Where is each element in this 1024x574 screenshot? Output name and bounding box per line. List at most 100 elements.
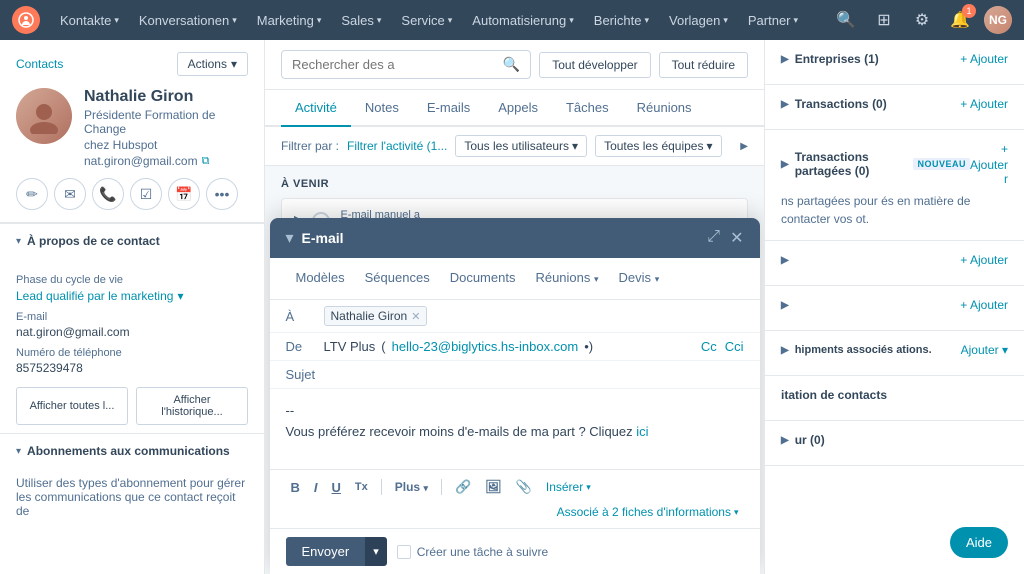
compose-tab-reunions[interactable]: Réunions ▾ [525,266,608,291]
bold-btn[interactable]: B [286,477,305,498]
user-avatar[interactable]: NG [984,6,1012,34]
section-4-title[interactable]: ▶ [781,255,795,266]
nav-konversationen[interactable]: Konversationen ▾ [131,9,245,32]
subscriptions-section-toggle[interactable]: ▾ Abonnements aux communications [0,433,264,468]
chevron-down-icon: ▾ [177,289,183,303]
compose-collapse-icon[interactable]: ▾ [286,228,294,248]
compose-tab-modeles[interactable]: Modèles [286,266,355,291]
collapse-all-btn[interactable]: Tout réduire [659,52,748,78]
lifecycle-value[interactable]: Lead qualifié par le marketing ▾ [16,289,183,303]
more-contact-btn[interactable]: ••• [206,178,238,210]
tab-appels[interactable]: Appels [484,90,552,127]
image-btn[interactable]: 🖼 [480,476,507,498]
nav-kontakte[interactable]: Kontakte ▾ [52,9,127,32]
ur-title[interactable]: ▶ ur (0) [781,433,825,447]
link-btn[interactable]: 🔗 [450,476,476,498]
nav-service[interactable]: Service ▾ [393,9,460,32]
contacts-breadcrumb-link[interactable]: Contacts [16,57,63,71]
ajouter-btn[interactable]: Ajouter ▾ [961,343,1008,357]
contact-info: Nathalie Giron Présidente Formation de C… [16,88,248,168]
task-checkbox[interactable]: Créer une tâche à suivre [397,545,548,559]
contact-title: Présidente Formation de Change [84,108,248,136]
view-all-properties-btn[interactable]: Afficher toutes l... [16,387,128,425]
section-5: ▶ + Ajouter [765,286,1024,331]
underline-btn[interactable]: U [327,477,346,498]
tab-reunions[interactable]: Réunions [623,90,706,127]
send-dropdown-btn[interactable]: ▾ [365,537,387,566]
right-section-header: ▶ hipments associés ations. Ajouter ▾ [781,343,1008,357]
task-contact-btn[interactable]: ☑ [130,178,162,210]
insert-btn[interactable]: Insérer ▾ [541,477,596,497]
body-link[interactable]: ici [636,424,648,439]
checkbox[interactable] [397,545,411,559]
chip-close-icon[interactable]: ✕ [411,310,420,323]
subscriptions-title: Abonnements aux communications [27,444,230,458]
chevron-down-icon: ▾ [423,483,428,493]
add-btn-4[interactable]: + Ajouter [960,253,1008,267]
nav-berichte[interactable]: Berichte ▾ [586,9,657,32]
tab-activite[interactable]: Activité [281,90,351,127]
cc-btn[interactable]: Cc [701,339,717,354]
activity-filter-btn[interactable]: Filtrer l'activité (1... [347,139,447,153]
italic-btn[interactable]: I [309,477,323,498]
about-section-toggle[interactable]: ▾ À propos de ce contact [0,223,264,258]
search-input[interactable] [292,57,499,72]
edit-contact-btn[interactable]: ✏ [16,178,48,210]
entreprises-title[interactable]: ▶ Entreprises (1) [781,52,879,66]
add-entreprise-btn[interactable]: + Ajouter [960,52,1008,66]
contact-company: chez Hubspot [84,138,248,152]
notification-icon-btn[interactable]: 🔔 1 [946,6,974,34]
plus-btn[interactable]: Plus ▾ [390,477,433,497]
settings-icon-btn[interactable]: ⚙ [908,6,936,34]
hubspot-logo[interactable] [12,6,40,34]
send-btn[interactable]: Envoyer [286,537,366,566]
nav-marketing[interactable]: Marketing ▾ [249,9,330,32]
compose-expand-icon[interactable]: ⤢ [707,228,720,248]
nav-automatisierung[interactable]: Automatisierung ▾ [464,9,581,32]
shipments-title[interactable]: ▶ hipments associés ations. [781,344,932,356]
compose-tab-devis[interactable]: Devis ▾ [609,266,670,291]
add-btn-5[interactable]: + Ajouter [960,298,1008,312]
subject-input[interactable] [324,367,744,382]
compose-close-icon[interactable]: ✕ [730,228,743,248]
nav-vorlagen[interactable]: Vorlagen ▾ [661,9,736,32]
calendar-contact-btn[interactable]: 📅 [168,178,200,210]
attach-btn[interactable]: 📎 [511,476,537,498]
compose-tab-sequences[interactable]: Séquences [355,266,440,291]
compose-body[interactable]: -- Vous préférez recevoir moins d'e-mail… [270,389,760,469]
call-contact-btn[interactable]: 📞 [92,178,124,210]
copy-icon[interactable]: ⧉ [202,155,210,168]
about-section-content: Phase du cycle de vie Lead qualifié par … [0,258,264,433]
view-history-btn[interactable]: Afficher l'historique... [136,387,248,425]
tab-taches[interactable]: Tâches [552,90,623,127]
transactions-partagees-title[interactable]: ▶ Transactions partagées (0) NOUVEAU [781,150,970,178]
add-transaction-btn[interactable]: + Ajouter [960,97,1008,111]
search-icon-btn[interactable]: 🔍 [832,6,860,34]
transactions-title[interactable]: ▶ Transactions (0) [781,97,887,111]
email-contact-btn[interactable]: ✉ [54,178,86,210]
assoc-btn[interactable]: Associé à 2 fiches d'informations ▾ [552,502,744,522]
teams-filter-dropdown[interactable]: Toutes les équipes ▾ [595,135,721,157]
actions-button[interactable]: Actions ▾ [177,52,248,76]
ajouter-r[interactable]: Ajouterr [970,158,1008,186]
cci-btn[interactable]: Cci [725,339,744,354]
compose-tab-documents[interactable]: Documents [440,266,526,291]
apps-icon-btn[interactable]: ⊞ [870,6,898,34]
trans-partagees-text: ns partagées pour és en matière de conta… [781,192,1008,228]
chevron-right-icon: ▶ [781,345,789,356]
entreprises-section: ▶ Entreprises (1) + Ajouter [765,40,1024,85]
itation-title[interactable]: itation de contacts [781,388,887,402]
nav-partner[interactable]: Partner ▾ [740,9,806,32]
aide-button[interactable]: Aide [950,527,1008,558]
main-layout: Contacts Actions ▾ Nathalie Giron Présid… [0,40,1024,574]
tab-notes[interactable]: Notes [351,90,413,127]
nav-sales[interactable]: Sales ▾ [333,9,389,32]
from-email[interactable]: hello-23@biglytics.hs-inbox.com [392,339,579,354]
text-format-btn[interactable]: Tx [350,478,373,496]
recipient-chip[interactable]: Nathalie Giron ✕ [324,306,428,326]
section-5-title[interactable]: ▶ [781,300,789,311]
tab-emails[interactable]: E-mails [413,90,484,127]
add-trans-partagees-btn[interactable]: + [1001,142,1008,156]
users-filter-dropdown[interactable]: Tous les utilisateurs ▾ [455,135,587,157]
expand-all-btn[interactable]: Tout développer [539,52,650,78]
